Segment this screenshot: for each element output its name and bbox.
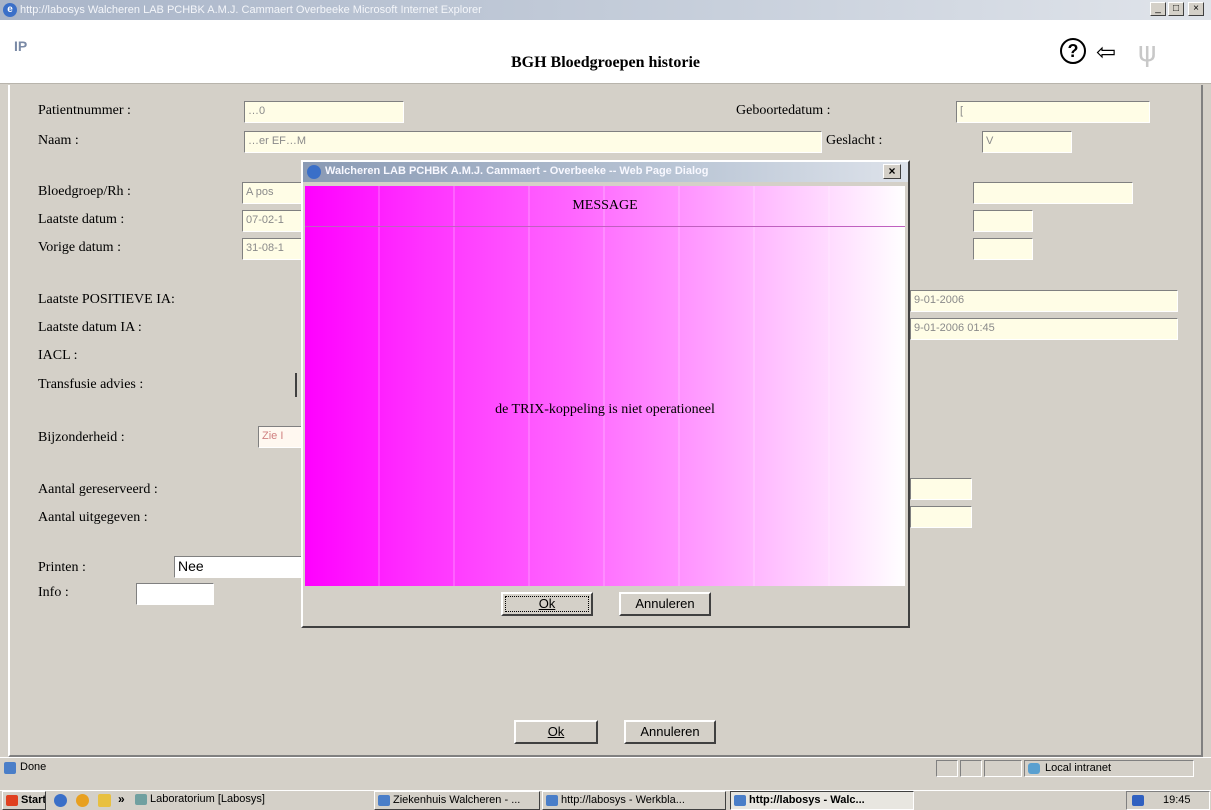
message-dialog: Walcheren LAB PCHBK A.M.J. Cammaert - Ov… xyxy=(301,160,910,628)
transfusie-advies-field[interactable] xyxy=(295,373,299,397)
form-ok-button[interactable]: Ok xyxy=(514,720,598,744)
window-title: http://labosys Walcheren LAB PCHBK A.M.J… xyxy=(20,4,482,16)
start-label: Start xyxy=(21,794,46,806)
laboratorium-icon xyxy=(135,794,147,805)
status-panel-2 xyxy=(960,760,982,777)
form-cancel-button[interactable]: Annuleren xyxy=(624,720,716,744)
taskbar-item-label: Ziekenhuis Walcheren - ... xyxy=(393,794,521,806)
form-ok-label: Ok xyxy=(547,724,565,739)
naam-field[interactable]: …er EF…M xyxy=(244,131,822,153)
dialog-title: Walcheren LAB PCHBK A.M.J. Cammaert - Ov… xyxy=(325,165,709,177)
iacl-label: IACL : xyxy=(38,348,78,363)
dialog-cancel-label: Annuleren xyxy=(635,596,695,611)
dialog-titlebar[interactable]: Walcheren LAB PCHBK A.M.J. Cammaert - Ov… xyxy=(303,162,908,182)
laatste-positieve-ia-label: Laatste POSITIEVE IA: xyxy=(38,292,175,307)
quicklaunch-chevron-icon[interactable]: » xyxy=(118,792,125,806)
aantal-gereserveerd-field[interactable] xyxy=(910,478,972,500)
geslacht-label: Geslacht : xyxy=(826,133,883,148)
laatste-datum-field[interactable]: 07-02-1 xyxy=(242,210,302,232)
bloedgroep-label: Bloedgroep/Rh : xyxy=(38,184,131,199)
taskbar-item-label: Laboratorium [Labosys] xyxy=(150,793,265,805)
dialog-divider xyxy=(305,226,905,227)
taskbar-item-laboratorium[interactable]: Laboratorium [Labosys] xyxy=(132,791,304,810)
form-cancel-label: Annuleren xyxy=(640,724,700,739)
laatste-datum-label: Laatste datum : xyxy=(38,212,125,227)
printen-select[interactable]: Nee xyxy=(174,556,302,578)
clock: 19:45 xyxy=(1163,794,1191,806)
bloedgroep-extra-field[interactable] xyxy=(973,182,1133,204)
laatste-positieve-ia-field[interactable]: 9-01-2006 xyxy=(910,290,1178,312)
taskbar: Start » Laboratorium [Labosys] Ziekenhui… xyxy=(0,790,1211,810)
help-icon[interactable]: ? xyxy=(1060,38,1086,64)
intranet-icon xyxy=(1028,763,1040,774)
laatste-datum-extra-field[interactable] xyxy=(973,210,1033,232)
cutlery-icon[interactable]: ψ xyxy=(1138,38,1156,66)
laatste-datum-ia-field[interactable]: 9-01-2006 01:45 xyxy=(910,318,1178,340)
tray-shield-icon[interactable] xyxy=(1132,795,1144,806)
zone-text: Local intranet xyxy=(1045,762,1112,774)
dialog-ok-button[interactable]: Ok xyxy=(501,592,593,616)
transfusie-advies-label: Transfusie advies : xyxy=(38,377,144,392)
windows-logo-icon xyxy=(6,795,18,806)
aantal-uitgegeven-field[interactable] xyxy=(910,506,972,528)
folder-quicklaunch-icon[interactable] xyxy=(98,794,111,807)
patientnummer-field[interactable]: …0 xyxy=(244,101,404,123)
geboortedatum-label: Geboortedatum : xyxy=(736,103,831,118)
vorige-datum-extra-field[interactable] xyxy=(973,238,1033,260)
dialog-ok-label: Ok xyxy=(538,596,556,611)
geslacht-field[interactable]: V xyxy=(982,131,1072,153)
bijzonderheid-field[interactable]: Zie I xyxy=(258,426,302,448)
dialog-close-button[interactable]: × xyxy=(883,164,901,179)
dialog-cancel-button[interactable]: Annuleren xyxy=(619,592,711,616)
geboortedatum-field[interactable]: [ xyxy=(956,101,1150,123)
aantal-uitgegeven-label: Aantal uitgegeven : xyxy=(38,510,148,525)
system-tray: 19:45 xyxy=(1126,791,1210,810)
back-arrow-icon[interactable]: ⇦ xyxy=(1096,40,1116,64)
taskbar-item-walcheren[interactable]: http://labosys - Walc... xyxy=(730,791,914,810)
status-panel-1 xyxy=(936,760,958,777)
close-button[interactable]: × xyxy=(1188,2,1204,16)
page-done-icon xyxy=(4,762,16,774)
statusbar: Done Local intranet xyxy=(0,757,1211,778)
info-input[interactable] xyxy=(136,583,214,605)
taskbar-item-ziekenhuis[interactable]: Ziekenhuis Walcheren - ... xyxy=(374,791,540,810)
vorige-datum-field[interactable]: 31-08-1 xyxy=(242,238,302,260)
vorige-datum-label: Vorige datum : xyxy=(38,240,121,255)
bloedgroep-field[interactable]: A pos xyxy=(242,182,302,204)
patientnummer-label: Patientnummer : xyxy=(38,103,131,118)
dialog-ie-icon xyxy=(307,165,321,179)
minimize-button[interactable]: _ xyxy=(1150,2,1166,16)
window-titlebar[interactable]: e http://labosys Walcheren LAB PCHBK A.M… xyxy=(0,0,1211,20)
ie-icon: e xyxy=(3,3,17,17)
naam-label: Naam : xyxy=(38,133,79,148)
dialog-message: de TRIX-koppeling is niet operationeel xyxy=(495,402,715,417)
taskbar-item-label: http://labosys - Werkbla... xyxy=(561,794,685,806)
status-panel-3 xyxy=(984,760,1022,777)
ie-window-icon xyxy=(734,795,746,806)
printen-label: Printen : xyxy=(38,560,86,575)
taskbar-item-werkblad[interactable]: http://labosys - Werkbla... xyxy=(542,791,726,810)
page-title: BGH Bloedgroepen historie xyxy=(510,54,701,71)
dialog-background-pattern xyxy=(305,186,905,586)
app-logo: IP xyxy=(14,38,28,54)
quicklaunch-icon[interactable] xyxy=(76,794,89,807)
status-text: Done xyxy=(20,761,47,773)
dialog-body: MESSAGE de TRIX-koppeling is niet operat… xyxy=(305,186,905,586)
info-label: Info : xyxy=(38,585,69,600)
maximize-button[interactable]: □ xyxy=(1168,2,1184,16)
ie-quicklaunch-icon[interactable] xyxy=(54,794,67,807)
dialog-heading: MESSAGE xyxy=(572,198,638,213)
start-button[interactable]: Start xyxy=(2,791,46,810)
app-header: IP BGH Bloedgroepen historie ? ⇦ ψ xyxy=(0,20,1211,84)
aantal-gereserveerd-label: Aantal gereserveerd : xyxy=(38,482,158,497)
taskbar-item-label: http://labosys - Walc... xyxy=(749,794,865,806)
zone-panel: Local intranet xyxy=(1024,760,1194,777)
ie-window-icon xyxy=(546,795,558,806)
laatste-datum-ia-label: Laatste datum IA : xyxy=(38,320,142,335)
bijzonderheid-label: Bijzonderheid : xyxy=(38,430,125,445)
ie-window-icon xyxy=(378,795,390,806)
